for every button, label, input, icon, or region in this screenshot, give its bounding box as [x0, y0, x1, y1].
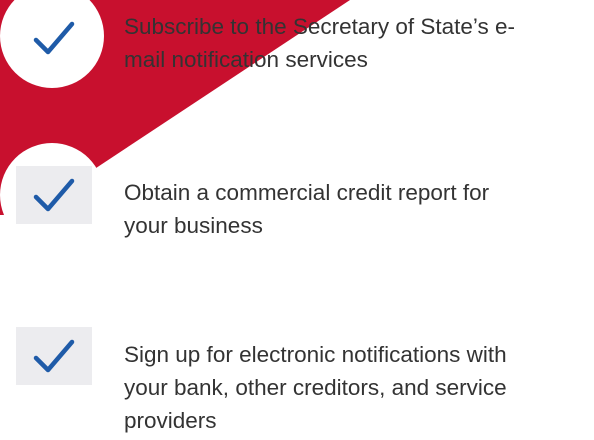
check-tile [16, 327, 92, 385]
checklist-item-text: Sign up for electronic notifications wit… [124, 338, 584, 437]
checklist-item-line: Sign up for electronic notifications wit… [124, 342, 507, 367]
check-tile [16, 166, 92, 224]
checklist-item-line: providers [124, 408, 217, 433]
checklist-item-line: Obtain a commercial credit report for [124, 180, 490, 205]
checkmark-icon [33, 21, 75, 55]
checklist-item-line: Subscribe to the Secretary of State’s e- [124, 14, 516, 39]
checklist-item-text: Obtain a commercial credit report for yo… [124, 176, 584, 242]
checkmark-icon [33, 339, 75, 373]
checklist-slide: Subscribe to the Secretary of State’s e-… [0, 0, 594, 440]
checklist-item-line: your business [124, 213, 263, 238]
checklist-item-line: your bank, other creditors, and service [124, 375, 507, 400]
checklist-item-text: Subscribe to the Secretary of State’s e-… [124, 10, 584, 76]
checklist-item-line: mail notification services [124, 47, 368, 72]
checkmark-icon [33, 178, 75, 212]
check-tile [16, 8, 92, 68]
